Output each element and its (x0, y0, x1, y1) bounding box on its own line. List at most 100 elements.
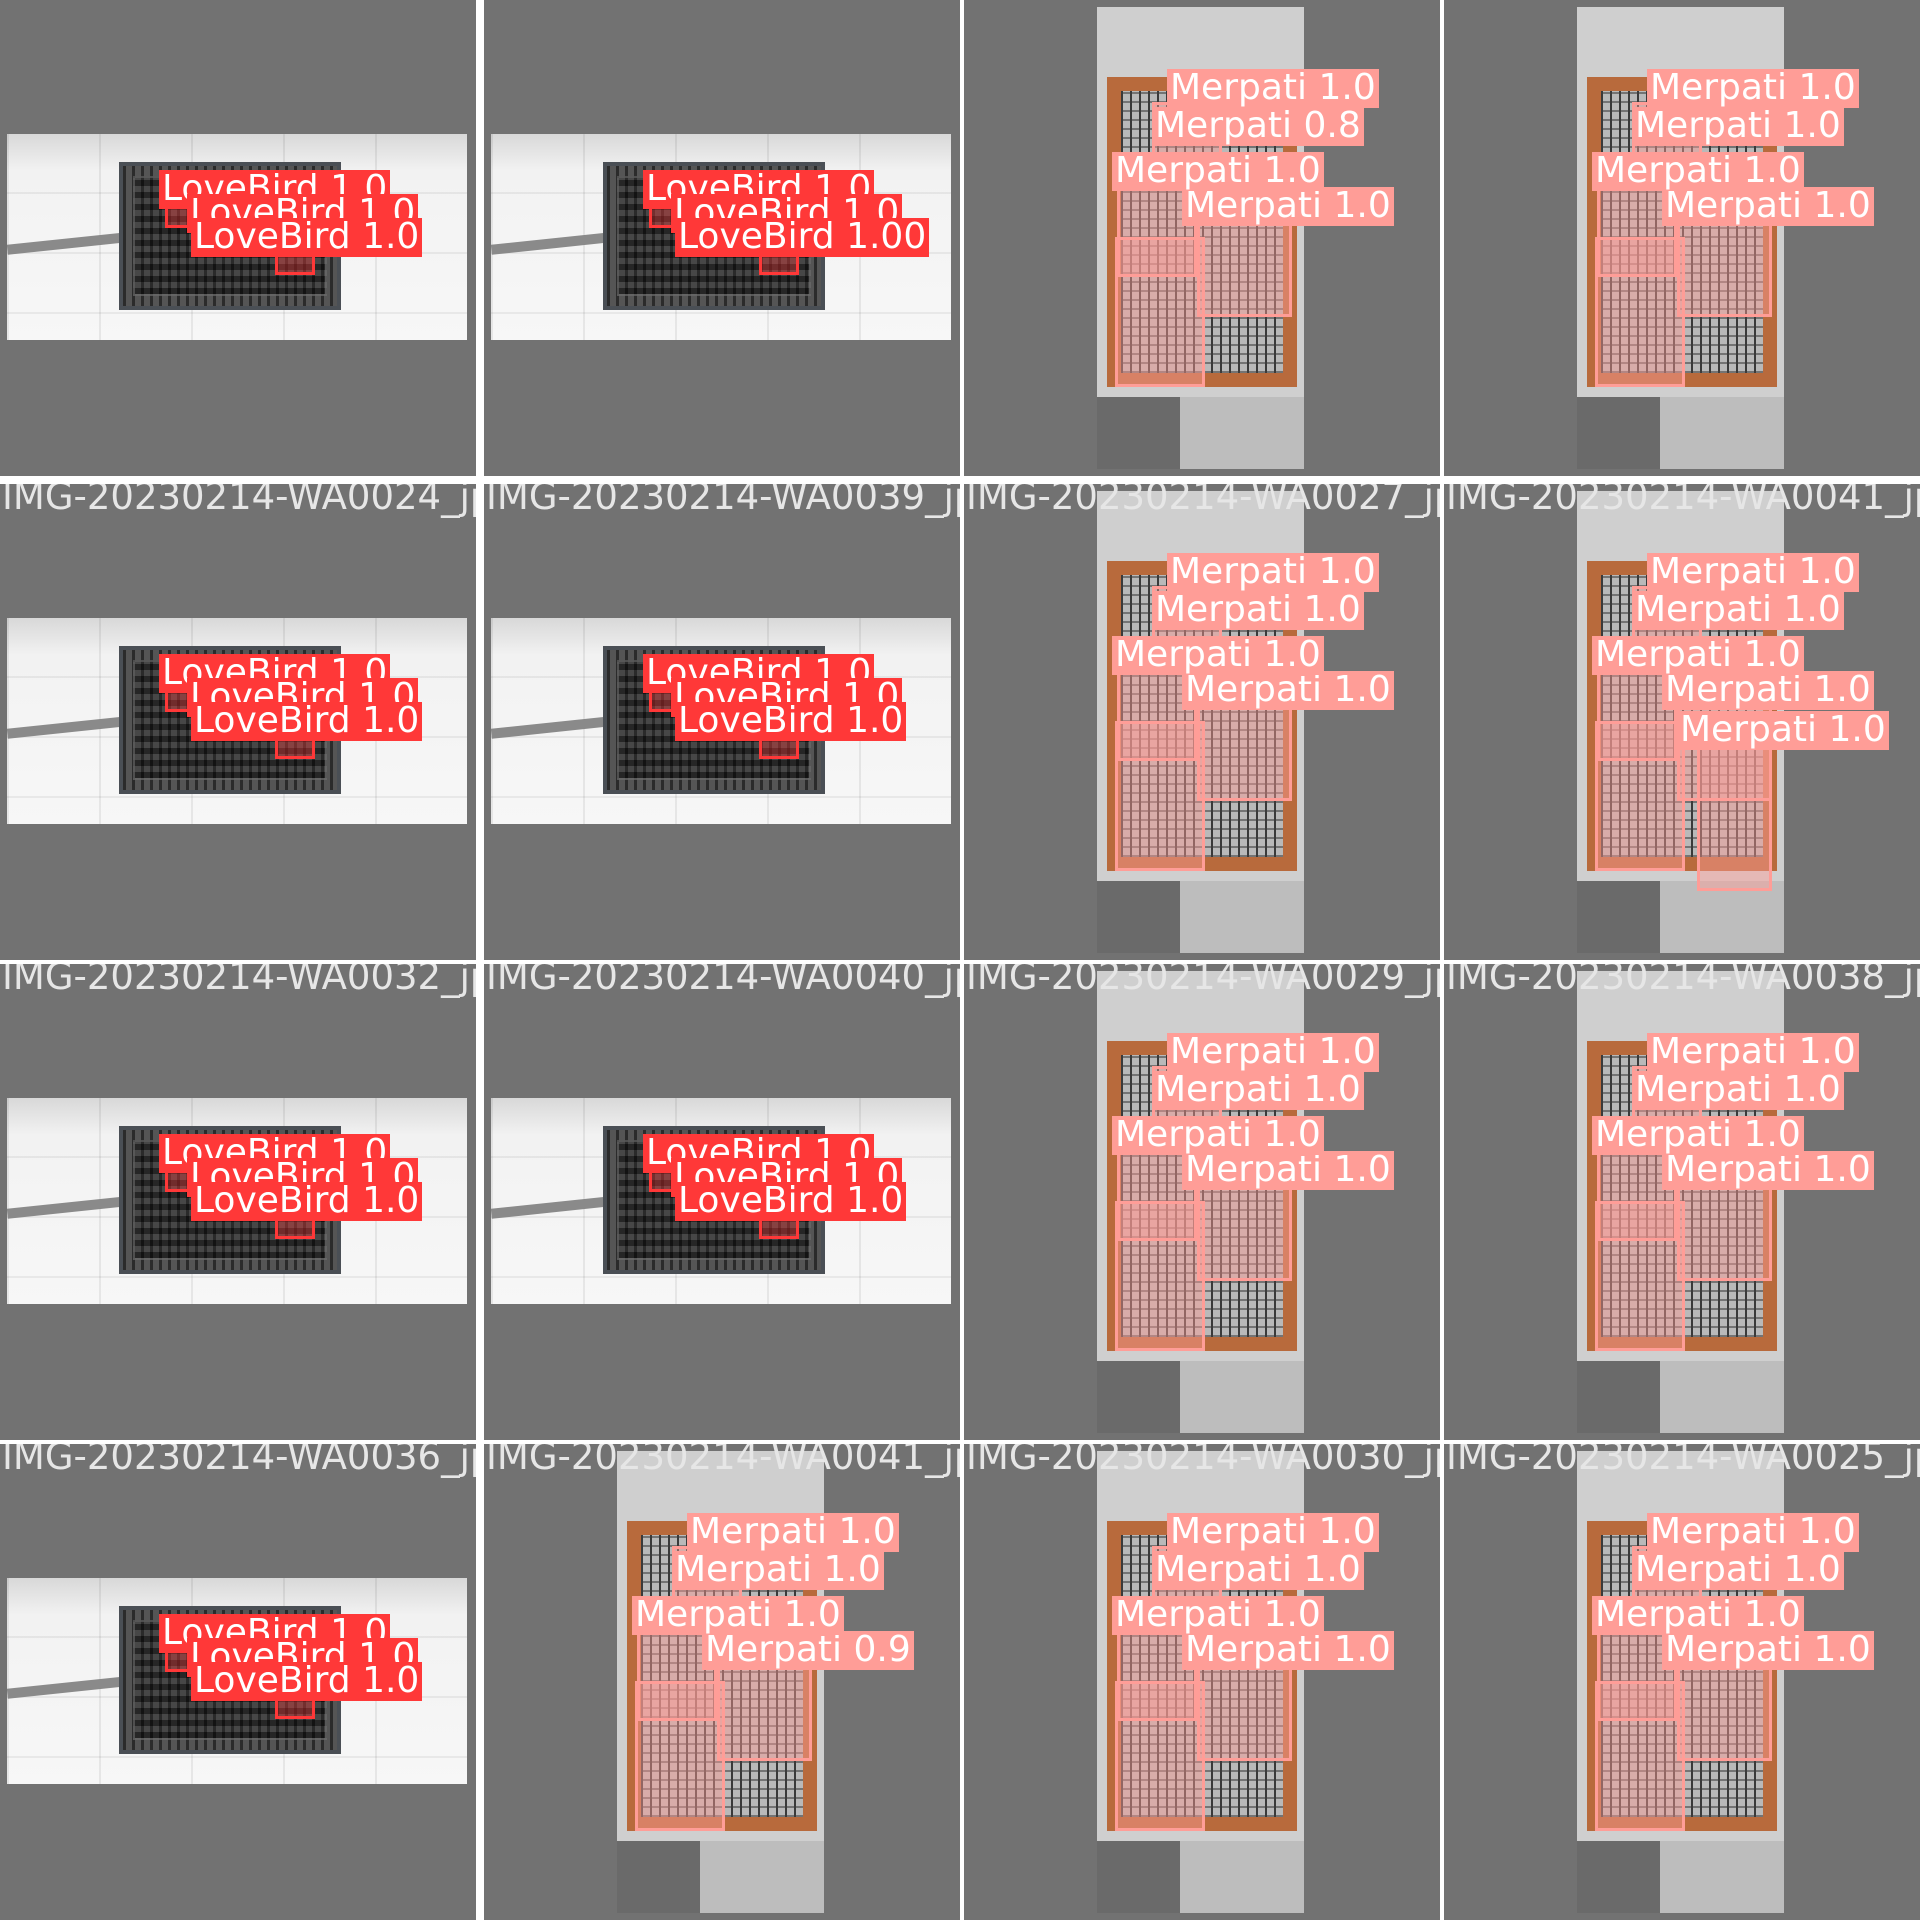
mosaic-tile: Merpati 1.0 Merpati 1.0 Merpati 1.0 Merpati… (964, 1444, 1440, 1920)
mosaic-tile: Merpati 1.0 Merpati 1.0 Merpati 1.0 Merpati… (964, 484, 1440, 960)
detection-label: LoveBird 1.0 (191, 1662, 423, 1701)
detection-box (1595, 237, 1685, 387)
mosaic-tile: LoveBird 1.0 LoveBird 1.0 LoveBird 1.0 IMG-… (484, 964, 960, 1440)
detection-label: Merpati 1.0 (1632, 591, 1844, 630)
detection-label: Merpati 1.0 (1152, 1551, 1364, 1590)
floor (1577, 397, 1784, 469)
detection-label: Merpati 1.0 (1167, 1033, 1379, 1072)
detection-label: Merpati 1.0 (1632, 1071, 1844, 1110)
detection-label: Merpati 1.0 (1112, 152, 1324, 191)
image-filename: IMG-20230214-WA0027_jpg (966, 484, 1440, 518)
image-filename: IMG-20230214-WA0024_jpg (2, 484, 476, 518)
metal-rod (491, 231, 622, 255)
floor (1577, 1841, 1784, 1913)
detection-label: LoveBird 1.0 (191, 218, 423, 257)
detection-box (1115, 237, 1205, 387)
detection-label: Merpati 1.0 (1677, 711, 1889, 750)
detection-label: Merpati 1.0 (1182, 187, 1394, 226)
detection-label: Merpati 1.0 (1647, 1513, 1859, 1552)
metal-rod (7, 715, 138, 739)
mosaic-tile: LoveBird 1.0 LoveBird 1.0 LoveBird 1.0 (0, 0, 476, 476)
detection-label: Merpati 1.0 (1592, 1596, 1804, 1635)
detection-label: LoveBird 1.0 (191, 702, 423, 741)
mosaic-tile: Merpati 1.0 Merpati 0.8 Merpati 1.0 Merpati… (964, 0, 1440, 476)
detection-label: Merpati 1.0 (1647, 1033, 1859, 1072)
detection-box (1595, 1681, 1685, 1831)
mosaic-tile: LoveBird 1.0 LoveBird 1.0 LoveBird 1.0 IMG-… (0, 964, 476, 1440)
detection-label: Merpati 1.0 (1167, 1513, 1379, 1552)
detection-mosaic: LoveBird 1.0 LoveBird 1.0 LoveBird 1.0 Love… (0, 0, 1920, 1920)
image-filename: IMG-20230214-WA0025_jpg (1446, 1444, 1920, 1478)
detection-label: Merpati 1.0 (1592, 1116, 1804, 1155)
detection-box (1595, 1201, 1685, 1351)
detection-label: Merpati 1.0 (687, 1513, 899, 1552)
detection-box (1115, 1681, 1205, 1831)
image-filename: IMG-20230214-WA0032_jpg (2, 964, 476, 998)
detection-label: Merpati 1.0 (1112, 636, 1324, 675)
floor (1577, 881, 1784, 953)
detection-label: Merpati 1.0 (1167, 553, 1379, 592)
detection-label: LoveBird 1.00 (675, 218, 930, 257)
grid-divider (0, 1440, 1920, 1444)
mosaic-tile: Merpati 1.0 Merpati 1.0 Merpati 1.0 Merpati… (1444, 1444, 1920, 1920)
mosaic-tile: LoveBird 1.0 LoveBird 1.0 LoveBird 1.00 (484, 0, 960, 476)
detection-label: LoveBird 1.0 (675, 1182, 907, 1221)
image-filename: IMG-20230214-WA0029_jpg (966, 964, 1440, 998)
metal-rod (491, 715, 622, 739)
image-filename: IMG-20230214-WA0038_jpg (1446, 964, 1920, 998)
detection-box (635, 1681, 725, 1831)
detection-label: Merpati 1.0 (1182, 1151, 1394, 1190)
image-filename: IMG-20230214-WA0039_jpg (486, 484, 960, 518)
detection-label: Merpati 1.0 (1152, 1071, 1364, 1110)
detection-label: Merpati 1.0 (1647, 69, 1859, 108)
detection-label: Merpati 1.0 (1662, 671, 1874, 710)
detection-label: Merpati 1.0 (1112, 1116, 1324, 1155)
grid-divider (0, 960, 1920, 964)
detection-label: Merpati 1.0 (1112, 1596, 1324, 1635)
detection-label: Merpati 1.0 (1182, 1631, 1394, 1670)
floor (1097, 1361, 1304, 1433)
image-filename: IMG-20230214-WA0041_jpg (1446, 484, 1920, 518)
mosaic-tile: LoveBird 1.0 LoveBird 1.0 LoveBird 1.0 IMG-… (0, 1444, 476, 1920)
detection-box (1115, 721, 1205, 871)
detection-label: Merpati 1.0 (1662, 1151, 1874, 1190)
mosaic-tile: Merpati 1.0 Merpati 1.0 Merpati 1.0 Merpati… (964, 964, 1440, 1440)
image-filename: IMG-20230214-WA0030_jpg (966, 1444, 1440, 1478)
detection-label: Merpati 1.0 (1662, 1631, 1874, 1670)
image-filename: IMG-20230214-WA0041_jpg (486, 1444, 960, 1478)
detection-box (1595, 721, 1685, 871)
image-filename: IMG-20230214-WA0040_jpg (486, 964, 960, 998)
mosaic-tile: Merpati 1.0 Merpati 1.0 Merpati 0.9 Merpati… (484, 1444, 960, 1920)
detection-label: Merpati 0.8 (1152, 107, 1364, 146)
detection-label: Merpati 1.0 (1592, 636, 1804, 675)
detection-label: Merpati 1.0 (1632, 1551, 1844, 1590)
detection-box (1115, 1201, 1205, 1351)
mosaic-tile: LoveBird 1.0 LoveBird 1.0 LoveBird 1.0 IMG-… (0, 484, 476, 960)
floor (1097, 1841, 1304, 1913)
metal-rod (7, 1195, 138, 1219)
detection-label: Merpati 1.0 (632, 1596, 844, 1635)
detection-label: Merpati 1.0 (1167, 69, 1379, 108)
mosaic-tile: Merpati 1.0 Merpati 1.0 Merpati 1.0 Merpati… (1444, 0, 1920, 476)
floor (1097, 881, 1304, 953)
detection-label: LoveBird 1.0 (191, 1182, 423, 1221)
detection-box (1697, 731, 1772, 891)
detection-label: Merpati 1.0 (1182, 671, 1394, 710)
mosaic-tile: LoveBird 1.0 LoveBird 1.0 LoveBird 1.0 IMG-… (484, 484, 960, 960)
metal-rod (491, 1195, 622, 1219)
detection-label: Merpati 1.0 (1632, 107, 1844, 146)
metal-rod (7, 231, 138, 255)
floor (1097, 397, 1304, 469)
detection-label: Merpati 1.0 (1152, 591, 1364, 630)
detection-label: Merpati 1.0 (672, 1551, 884, 1590)
mosaic-tile: Merpati 1.0 Merpati 1.0 Merpati 1.0 Merpati… (1444, 484, 1920, 960)
metal-rod (7, 1675, 138, 1699)
grid-divider (1440, 0, 1444, 1920)
detection-label: Merpati 1.0 (1662, 187, 1874, 226)
detection-label: Merpati 1.0 (1647, 553, 1859, 592)
floor (617, 1841, 824, 1913)
floor (1577, 1361, 1784, 1433)
image-filename: IMG-20230214-WA0036_jpg (2, 1444, 476, 1478)
detection-label: Merpati 0.9 (702, 1631, 914, 1670)
detection-label: Merpati 1.0 (1592, 152, 1804, 191)
